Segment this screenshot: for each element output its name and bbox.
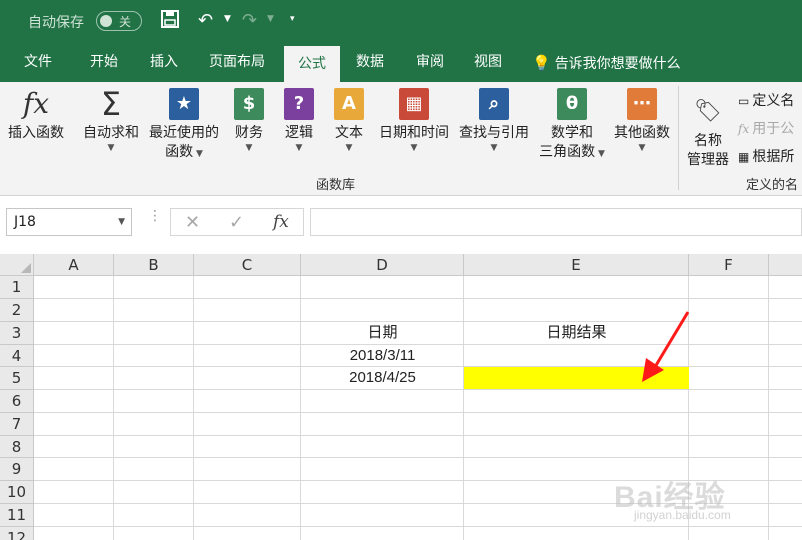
chevron-down-icon: ▼ xyxy=(245,143,253,153)
text-button[interactable]: A 文本 ▼ xyxy=(328,88,370,153)
drag-handle-icon[interactable]: ⋮ xyxy=(148,209,162,223)
redo-icon[interactable]: ↷ xyxy=(242,9,257,33)
chevron-down-icon: ▼ xyxy=(490,143,498,153)
more-book-icon: ⋯ xyxy=(627,88,657,120)
autosave-label: 自动保存 xyxy=(28,15,84,31)
chevron-down-icon: ▼ xyxy=(410,143,418,153)
logical-label: 逻辑 xyxy=(285,125,313,141)
save-icon[interactable] xyxy=(160,9,180,36)
insert-function-icon[interactable]: fx xyxy=(273,212,289,232)
tab-review[interactable]: 审阅 xyxy=(402,44,458,82)
enter-icon[interactable]: ✓ xyxy=(229,212,244,233)
title-bar: 自动保存 关 ↶ ▼ ↷ ▼ ▾ xyxy=(0,0,802,44)
chevron-down-icon: ▼ xyxy=(595,149,605,159)
tell-me-text: 告诉我你想要做什么 xyxy=(554,56,681,72)
define-name-label: 定义名 xyxy=(752,93,795,109)
tab-formulas[interactable]: 公式 xyxy=(284,44,340,82)
lightbulb-icon: 💡 xyxy=(532,54,551,72)
chevron-down-icon: ▼ xyxy=(345,143,353,153)
chevron-down-icon: ▼ xyxy=(193,149,203,159)
fx-icon: fx xyxy=(22,87,50,120)
tab-data[interactable]: 数据 xyxy=(342,44,398,82)
sigma-icon: Σ xyxy=(100,85,122,123)
ribbon: fx 插入函数 Σ 自动求和 ▼ ★ 最近使用的 函数 ▼ $ 财务 ▼ ? 逻… xyxy=(0,82,802,196)
tab-file[interactable]: 文件 xyxy=(10,44,66,82)
cancel-icon[interactable]: ✕ xyxy=(185,212,200,233)
recently-used-label-2: 函数 xyxy=(165,144,194,160)
undo-dropdown-icon[interactable]: ▼ xyxy=(224,14,231,24)
chevron-down-icon: ▼ xyxy=(107,143,115,153)
math-trig-label-1: 数学和 xyxy=(551,125,593,141)
define-name-button[interactable]: ▭ 定义名 xyxy=(738,90,794,110)
name-box[interactable]: J18 ▼ xyxy=(6,208,132,236)
date-time-label: 日期和时间 xyxy=(379,125,449,141)
arrow-shaft xyxy=(650,311,690,373)
formula-bar: J18 ▼ ⋮ ✕ ✓ fx xyxy=(0,196,802,254)
more-functions-button[interactable]: ⋯ 其他函数 ▼ xyxy=(610,88,674,153)
insert-function-button[interactable]: fx 插入函数 xyxy=(4,88,68,143)
finance-book-icon: $ xyxy=(234,88,264,120)
more-functions-label: 其他函数 xyxy=(614,125,670,141)
tab-insert[interactable]: 插入 xyxy=(136,44,192,82)
create-from-selection-button[interactable]: ▦ 根据所 xyxy=(738,146,794,166)
autosave-state: 关 xyxy=(119,15,132,29)
financial-button[interactable]: $ 财务 ▼ xyxy=(228,88,270,153)
redo-dropdown-icon[interactable]: ▼ xyxy=(267,14,274,24)
grid-icon: ▦ xyxy=(738,150,750,164)
financial-label: 财务 xyxy=(235,125,263,141)
logical-button[interactable]: ? 逻辑 ▼ xyxy=(278,88,320,153)
logic-book-icon: ? xyxy=(284,88,314,120)
calendar-book-icon: ▦ xyxy=(399,88,429,120)
group-separator xyxy=(678,86,679,190)
recently-used-button[interactable]: ★ 最近使用的 函数 ▼ xyxy=(144,88,224,164)
arrow-head xyxy=(642,358,664,382)
tag-icon: ▭ xyxy=(738,94,750,108)
customize-qat-icon[interactable]: ▾ xyxy=(290,14,295,24)
fx-small-icon: fx xyxy=(738,122,750,136)
use-in-formula-button[interactable]: fx 用于公 xyxy=(738,118,794,138)
tab-page-layout[interactable]: 页面布局 xyxy=(196,44,278,82)
lookup-book-icon: ⌕ xyxy=(479,88,509,120)
create-from-selection-label: 根据所 xyxy=(752,149,795,165)
tab-view[interactable]: 视图 xyxy=(460,44,516,82)
autosum-label: 自动求和 xyxy=(83,125,139,141)
name-manager-label-2: 管理器 xyxy=(687,152,729,168)
name-manager-label-1: 名称 xyxy=(694,133,722,149)
function-library-group-label: 函数库 xyxy=(316,178,356,193)
save-icon-svg xyxy=(161,10,179,28)
toggle-knob xyxy=(100,15,112,27)
math-trig-button[interactable]: θ 数学和 三角函数 ▼ xyxy=(532,88,612,164)
star-book-icon: ★ xyxy=(169,88,199,120)
lookup-reference-button[interactable]: ⌕ 查找与引用 ▼ xyxy=(454,88,534,153)
watermark-url: jingyan.baidu.com xyxy=(634,508,731,522)
ribbon-tabs: 文件 开始 插入 页面布局 公式 数据 审阅 视图 💡 告诉我你想要做什么 xyxy=(0,44,802,82)
recently-used-label-1: 最近使用的 xyxy=(149,125,219,141)
undo-icon[interactable]: ↶ xyxy=(198,9,213,33)
math-trig-label-2: 三角函数 xyxy=(539,144,596,160)
chevron-down-icon: ▼ xyxy=(295,143,303,153)
tell-me-search[interactable]: 💡 告诉我你想要做什么 xyxy=(532,44,681,82)
theta-book-icon: θ xyxy=(557,88,587,120)
chevron-down-icon: ▼ xyxy=(638,143,646,153)
name-manager-icon: 🏷 xyxy=(694,99,722,124)
text-label: 文本 xyxy=(335,125,363,141)
use-in-formula-label: 用于公 xyxy=(752,121,795,137)
name-manager-button[interactable]: 🏷 名称 管理器 xyxy=(682,96,734,170)
defined-names-group-label: 定义的名 xyxy=(746,178,799,193)
autosum-button[interactable]: Σ 自动求和 ▼ xyxy=(78,88,144,153)
autosave-toggle[interactable]: 关 xyxy=(96,11,142,31)
name-box-value: J18 xyxy=(14,214,36,230)
text-book-icon: A xyxy=(334,88,364,120)
chevron-down-icon[interactable]: ▼ xyxy=(118,217,125,227)
formula-buttons: ✕ ✓ fx xyxy=(170,208,304,236)
date-time-button[interactable]: ▦ 日期和时间 ▼ xyxy=(374,88,454,153)
formula-input[interactable] xyxy=(310,208,802,236)
lookup-reference-label: 查找与引用 xyxy=(459,125,529,141)
insert-function-label: 插入函数 xyxy=(8,125,64,141)
tab-home[interactable]: 开始 xyxy=(76,44,132,82)
